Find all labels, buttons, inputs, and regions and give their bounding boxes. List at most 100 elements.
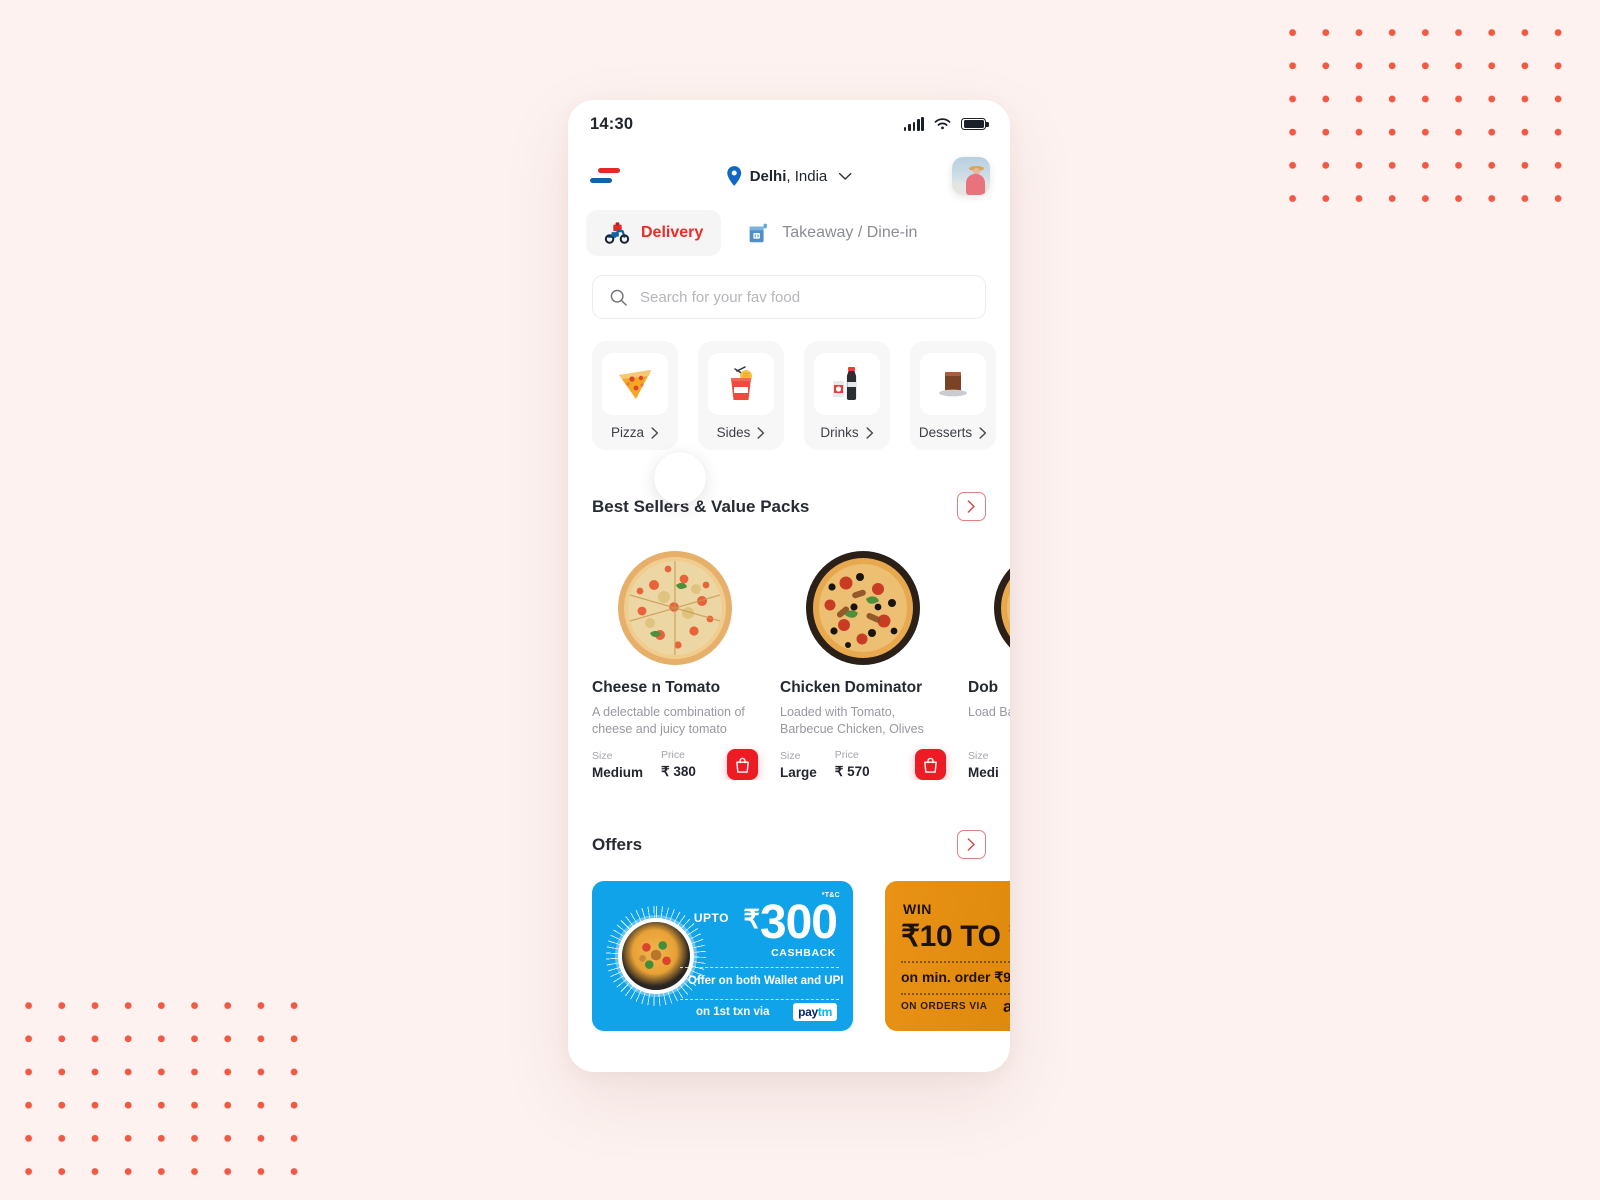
shopping-bag-icon	[924, 757, 937, 773]
location-country: , India	[786, 167, 828, 185]
category-card-desserts[interactable]: Desserts	[910, 341, 996, 450]
divider	[901, 993, 1010, 995]
chevron-down-icon	[838, 172, 852, 180]
hamburger-menu-icon[interactable]	[590, 165, 620, 187]
pizza-chicken-dominator-image	[806, 551, 920, 665]
price-value: ₹ 570	[834, 764, 870, 779]
chevron-right-icon	[866, 426, 873, 439]
offers-see-all-button[interactable]	[957, 830, 986, 859]
cellular-signal-icon	[903, 117, 924, 131]
rupee-symbol: ₹	[743, 904, 760, 934]
category-card-drinks[interactable]: Drinks	[804, 341, 890, 450]
product-price: Price ₹ 380	[661, 749, 696, 780]
product-description: Loaded with Tomato, Barbecue Chicken, Ol…	[780, 705, 924, 736]
best-sellers-carousel[interactable]: Cheese n Tomato A delectable combination…	[568, 521, 1010, 780]
location-label: Delhi, India	[750, 168, 828, 185]
category-label: Desserts	[918, 425, 973, 440]
best-sellers-header: Best Sellers & Value Packs	[568, 492, 1010, 521]
pizza-third-image	[994, 568, 1010, 648]
category-footer: Drinks	[814, 425, 880, 440]
chevron-right-icon	[979, 426, 987, 439]
offer-upto-label: UPTO	[693, 911, 729, 925]
takeaway-bag-icon	[749, 223, 768, 243]
offers-carousel[interactable]: *T&C UPTO ₹300 CASHBACK Offer on both Wa…	[568, 859, 1010, 1031]
product-meta: Size Medi Price	[968, 749, 1010, 780]
decorative-dot-grid-top-right	[1272, 12, 1568, 228]
tab-takeaway-dinein[interactable]: Takeaway / Dine-in	[727, 210, 935, 256]
category-card-sides[interactable]: Sides	[698, 341, 784, 450]
category-thumb	[708, 353, 774, 415]
product-image	[592, 547, 758, 669]
product-name: Chicken Dominator	[780, 679, 923, 696]
tab-delivery[interactable]: Delivery	[586, 210, 722, 256]
offer-card-paytm[interactable]: *T&C UPTO ₹300 CASHBACK Offer on both Wa…	[592, 881, 853, 1031]
chevron-right-icon	[967, 838, 975, 851]
pizza-photo	[622, 922, 690, 990]
category-label: Drinks	[820, 425, 859, 440]
category-card-pizza[interactable]: Pizza	[592, 341, 678, 450]
search-box[interactable]	[592, 275, 986, 319]
soda-bottle-icon	[833, 367, 857, 400]
offer-via-label: ON ORDERS VIA	[901, 1001, 988, 1012]
category-label: Pizza	[610, 425, 644, 440]
add-to-cart-button[interactable]	[915, 749, 946, 780]
location-selector[interactable]: Delhi, India	[727, 166, 852, 186]
size-label: Size	[968, 750, 989, 762]
offer-amount: ₹300	[743, 899, 838, 947]
size-value: Medi	[968, 765, 999, 780]
service-mode-tabs: Delivery Takeaway / Dine-in	[568, 204, 1010, 256]
offer-amount-range: ₹10 TO ₹10	[901, 920, 1010, 953]
chevron-right-icon	[757, 426, 765, 439]
size-label: Size	[592, 750, 613, 762]
best-sellers-see-all-button[interactable]	[957, 492, 986, 521]
offer-cashback-label: CASHBACK	[771, 947, 836, 959]
product-meta: Size Large Price ₹ 570	[780, 749, 946, 780]
offer-line-1: Offer on both Wallet and UPI	[688, 975, 844, 987]
amazon-logo: amazon	[1003, 997, 1010, 1016]
category-footer: Pizza	[602, 425, 668, 440]
product-description: A delectable combination of cheese and j…	[592, 705, 745, 736]
category-thumb	[602, 353, 668, 415]
product-card[interactable]: Cheese n Tomato A delectable combination…	[592, 547, 758, 780]
size-label: Size	[780, 750, 801, 762]
offers-header: Offers	[568, 830, 1010, 859]
paytm-logo-main: pay	[798, 1005, 818, 1019]
product-card[interactable]: Dob Load Barb Size Medi Price	[968, 547, 1010, 780]
size-value: Large	[780, 765, 817, 780]
paytm-logo-accent: tm	[817, 1005, 832, 1019]
decorative-dot-grid-bottom-left	[8, 985, 304, 1200]
product-meta: Size Medium Price ₹ 380	[592, 749, 758, 780]
offer-card-amazon[interactable]: WIN ₹10 TO ₹10 on min. order ₹99 ON ORDE…	[885, 881, 1010, 1031]
product-name: Cheese n Tomato	[592, 679, 721, 696]
product-name: Dob	[968, 679, 999, 696]
pizza-cheese-tomato-image	[618, 551, 732, 665]
chevron-right-icon	[967, 500, 975, 513]
product-image	[780, 547, 946, 669]
product-size: Size Large	[780, 750, 817, 780]
category-thumb	[920, 353, 986, 415]
shopping-bag-icon	[736, 757, 749, 773]
category-footer: Sides	[708, 425, 774, 440]
search-icon	[610, 289, 627, 306]
pizza-slice-icon	[619, 370, 651, 399]
category-label: Sides	[716, 425, 751, 440]
offer-win-label: WIN	[903, 901, 933, 917]
search-input[interactable]	[640, 288, 968, 306]
offer-min-order: on min. order ₹99	[901, 969, 1010, 985]
product-card[interactable]: Chicken Dominator Loaded with Tomato, Ba…	[780, 547, 946, 780]
noodle-box-icon	[731, 366, 752, 400]
divider	[680, 967, 839, 968]
price-label: Price	[661, 749, 685, 761]
app-top-bar: Delhi, India	[568, 148, 1010, 204]
size-value: Medium	[592, 765, 644, 780]
location-city: Delhi	[749, 167, 787, 185]
add-to-cart-button[interactable]	[727, 749, 758, 780]
category-carousel[interactable]: Pizza Sides Drinks Desserts	[568, 319, 1010, 450]
phone-mockup-frame: 14:30 Delhi, India Delivery Takeaway / D…	[568, 100, 1010, 1072]
product-price: Price ₹ 570	[835, 749, 870, 780]
price-value: ₹ 380	[661, 764, 696, 779]
status-bar-time: 14:30	[590, 114, 634, 133]
search-section	[568, 256, 1010, 319]
divider	[901, 961, 1010, 963]
avatar[interactable]	[952, 157, 990, 195]
